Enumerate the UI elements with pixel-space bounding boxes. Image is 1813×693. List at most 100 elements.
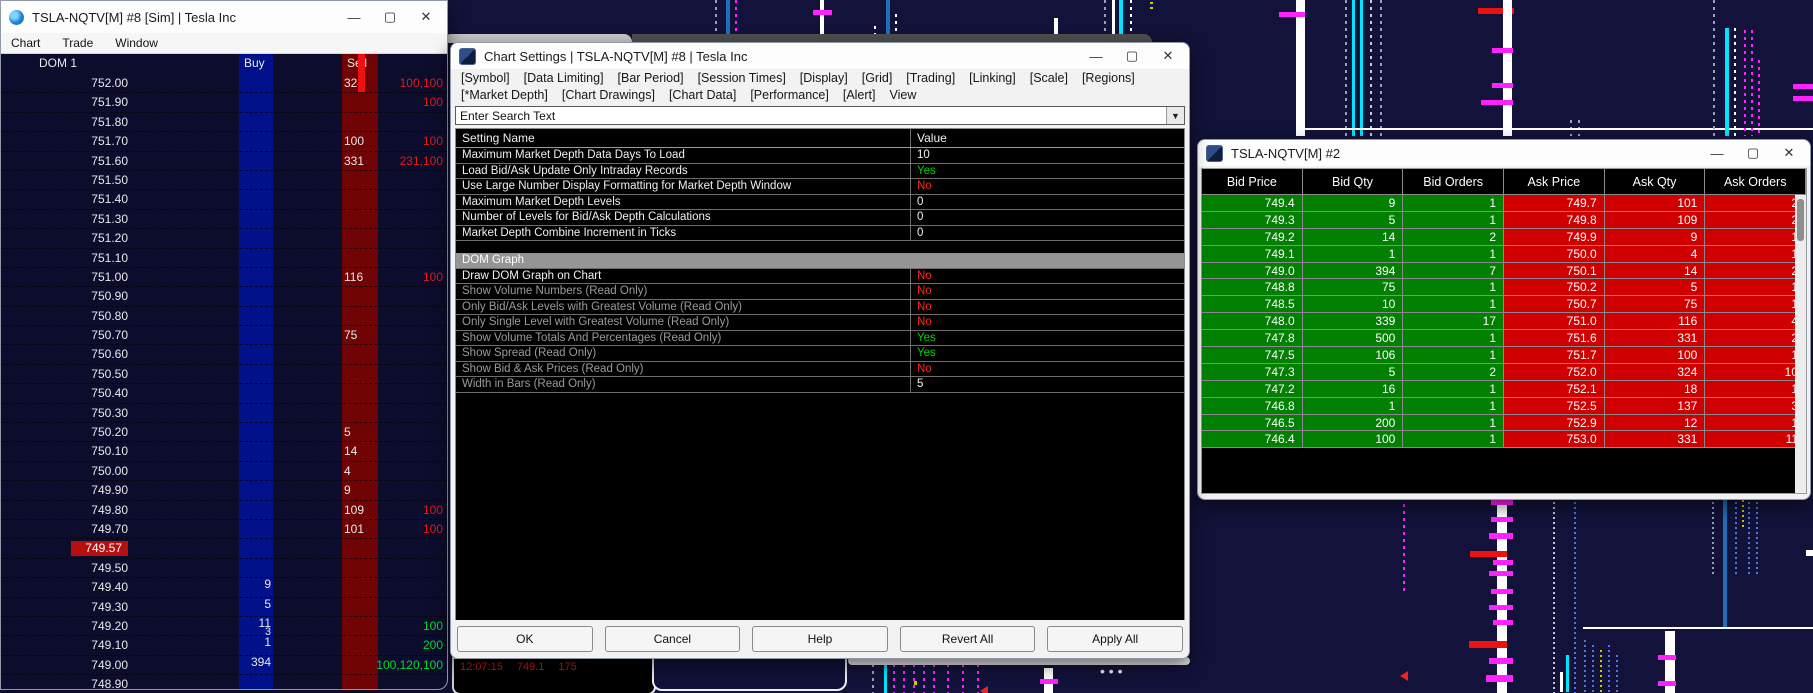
tab-display[interactable]: [Display] xyxy=(800,71,848,85)
dom-price-row[interactable]: 749.50 xyxy=(1,559,447,579)
setting-value[interactable]: No xyxy=(911,285,1184,297)
dom-price-row[interactable]: 750.00 4 xyxy=(1,462,447,482)
setting-value[interactable]: 0 xyxy=(911,196,1184,208)
setting-row-width-in-bars-read-only[interactable]: Width in Bars (Read Only) 5 xyxy=(456,377,1184,393)
setting-row-show-spread-read-only[interactable]: Show Spread (Read Only) Yes xyxy=(456,346,1184,362)
dom-price-row[interactable]: 751.80 xyxy=(1,113,447,133)
ask-qty-cell[interactable]: 116 xyxy=(344,270,378,284)
ask-qty-cell[interactable]: 100 xyxy=(344,134,378,148)
dom-price-row[interactable]: 751.00 116 100 xyxy=(1,268,447,288)
close-icon[interactable]: ✕ xyxy=(1161,48,1175,64)
dom-price-row[interactable]: 751.50 xyxy=(1,171,447,191)
dom-price-row[interactable]: 751.60 331 231,100 xyxy=(1,152,447,171)
setting-row-show-volume-numbers-read-only[interactable]: Show Volume Numbers (Read Only) No xyxy=(456,284,1184,300)
dom-price-row[interactable]: 751.30 xyxy=(1,210,447,230)
dom-price-row[interactable]: 749.20 11 3 100 xyxy=(1,617,447,638)
dom-price-row[interactable]: 750.50 xyxy=(1,365,447,385)
tab-trading[interactable]: [Trading] xyxy=(906,71,955,85)
depth-col-ask-orders[interactable]: Ask Orders xyxy=(1705,169,1806,195)
menu-window[interactable]: Window xyxy=(115,36,158,50)
setting-value[interactable]: No xyxy=(911,180,1184,192)
tab-chart-drawings[interactable]: [Chart Drawings] xyxy=(562,88,655,102)
ok-button[interactable]: OK xyxy=(457,626,593,652)
cancel-button[interactable]: Cancel xyxy=(604,626,741,652)
ask-qty-cell[interactable]: 331 xyxy=(344,154,378,168)
depth-scrollbar[interactable] xyxy=(1795,195,1806,493)
setting-row-draw-dom-graph-on-chart[interactable]: Draw DOM Graph on Chart No xyxy=(456,268,1184,284)
depth-scroll-thumb[interactable] xyxy=(1797,199,1804,241)
depth-col-ask-price[interactable]: Ask Price xyxy=(1504,169,1605,195)
setting-value[interactable]: 5 xyxy=(911,378,1184,390)
dom-price-row[interactable]: 749.30 5 xyxy=(1,598,447,617)
dom-price-row[interactable]: 751.90 100 xyxy=(1,93,447,113)
depth-col-bid-orders[interactable]: Bid Orders xyxy=(1403,169,1505,195)
tab-market-depth[interactable]: [*Market Depth] xyxy=(461,88,548,102)
apply-all-button[interactable]: Apply All xyxy=(1047,626,1183,652)
bid-qty-cell[interactable]: 1 xyxy=(239,636,271,648)
tab-grid[interactable]: [Grid] xyxy=(862,71,893,85)
depth-col-bid-qty[interactable]: Bid Qty xyxy=(1302,169,1404,195)
tab-alert[interactable]: [Alert] xyxy=(843,88,876,102)
maximize-icon[interactable]: ▢ xyxy=(383,9,397,25)
dom-price-row[interactable]: 749.40 9 xyxy=(1,578,447,598)
minimize-icon[interactable]: — xyxy=(1089,49,1103,64)
dom-price-row[interactable]: 749.70 101 100 xyxy=(1,520,447,540)
minimize-icon[interactable]: — xyxy=(347,10,361,25)
dom-price-row[interactable]: 750.60 xyxy=(1,345,447,365)
dom-price-row[interactable]: 749.00 394 100,120,100 xyxy=(1,656,447,676)
dom-price-row[interactable]: 750.20 5 xyxy=(1,423,447,443)
dom-price-row[interactable]: 750.10 14 xyxy=(1,442,447,462)
menu-chart[interactable]: Chart xyxy=(11,36,40,50)
tab-regions[interactable]: [Regions] xyxy=(1082,71,1135,85)
setting-value[interactable]: Yes xyxy=(911,165,1184,177)
dom-price-row[interactable]: 751.70 100 100 xyxy=(1,132,447,152)
revert-all-button[interactable]: Revert All xyxy=(899,626,1036,652)
close-icon[interactable]: ✕ xyxy=(419,9,433,25)
setting-row-market-depth-combine-increment-in-ticks[interactable]: Market Depth Combine Increment in Ticks 0 xyxy=(456,225,1184,241)
bid-qty-cell[interactable]: 5 xyxy=(239,598,271,610)
minimize-icon[interactable]: — xyxy=(1710,146,1724,161)
bid-qty-cell[interactable]: 9 xyxy=(239,578,271,590)
tab-symbol[interactable]: [Symbol] xyxy=(461,71,510,85)
setting-value[interactable]: Yes xyxy=(911,347,1184,359)
help-button[interactable]: Help xyxy=(752,626,888,652)
dom-price-row[interactable]: 749.57 xyxy=(1,539,447,559)
tab-chart-data[interactable]: [Chart Data] xyxy=(669,88,736,102)
setting-value[interactable]: No xyxy=(911,363,1184,375)
ask-qty-cell[interactable]: 9 xyxy=(344,483,378,497)
ask-qty-cell[interactable]: 4 xyxy=(344,464,378,478)
setting-row-show-volume-totals-and-percentages-read-only[interactable]: Show Volume Totals And Percentages (Read… xyxy=(456,330,1184,346)
ask-qty-cell[interactable]: 101 xyxy=(344,522,378,536)
setting-value[interactable]: 0 xyxy=(911,227,1184,239)
setting-row-use-large-number-display-formatting-for-market-depth-window[interactable]: Use Large Number Display Formatting for … xyxy=(456,179,1184,195)
dom-price-row[interactable]: 751.40 xyxy=(1,190,447,210)
ask-qty-cell[interactable]: 14 xyxy=(344,444,378,458)
dom-price-row[interactable]: 751.20 xyxy=(1,229,447,249)
tab-scale[interactable]: [Scale] xyxy=(1030,71,1068,85)
setting-row-load-bid-ask-update-only-intraday-records[interactable]: Load Bid/Ask Update Only Intraday Record… xyxy=(456,163,1184,179)
setting-value[interactable]: No xyxy=(911,316,1184,328)
chevron-down-icon[interactable]: ▼ xyxy=(1166,107,1184,124)
menu-trade[interactable]: Trade xyxy=(62,36,93,50)
depth-col-bid-price[interactable]: Bid Price xyxy=(1202,169,1303,195)
bid-qty-cell[interactable]: 11 3 xyxy=(239,617,271,638)
settings-search-input[interactable] xyxy=(456,107,1166,124)
dom-price-row[interactable]: 748.90 xyxy=(1,675,447,689)
setting-row-only-single-level-with-greatest-volume-read-only[interactable]: Only Single Level with Greatest Volume (… xyxy=(456,315,1184,331)
setting-value[interactable]: Yes xyxy=(911,332,1184,344)
dom-price-row[interactable]: 750.70 75 xyxy=(1,326,447,346)
setting-value[interactable]: No xyxy=(911,301,1184,313)
maximize-icon[interactable]: ▢ xyxy=(1746,145,1760,161)
close-icon[interactable]: ✕ xyxy=(1782,145,1796,161)
tab-view[interactable]: View xyxy=(890,88,917,102)
tab-linking[interactable]: [Linking] xyxy=(969,71,1016,85)
setting-row-number-of-levels-for-bid-ask-depth-calculations[interactable]: Number of Levels for Bid/Ask Depth Calcu… xyxy=(456,210,1184,226)
dom-price-row[interactable]: 750.30 xyxy=(1,404,447,424)
dom-price-row[interactable]: 752.00 324 100,100 xyxy=(1,74,447,94)
setting-row-maximum-market-depth-data-days-to-load[interactable]: Maximum Market Depth Data Days To Load 10 xyxy=(456,148,1184,164)
ask-qty-cell[interactable]: 109 xyxy=(344,503,378,517)
dom-price-row[interactable]: 751.10 xyxy=(1,249,447,268)
dom-price-row[interactable]: 750.80 xyxy=(1,307,447,327)
dom-price-row[interactable]: 749.90 9 xyxy=(1,481,447,501)
ask-qty-cell[interactable]: 75 xyxy=(344,328,378,342)
